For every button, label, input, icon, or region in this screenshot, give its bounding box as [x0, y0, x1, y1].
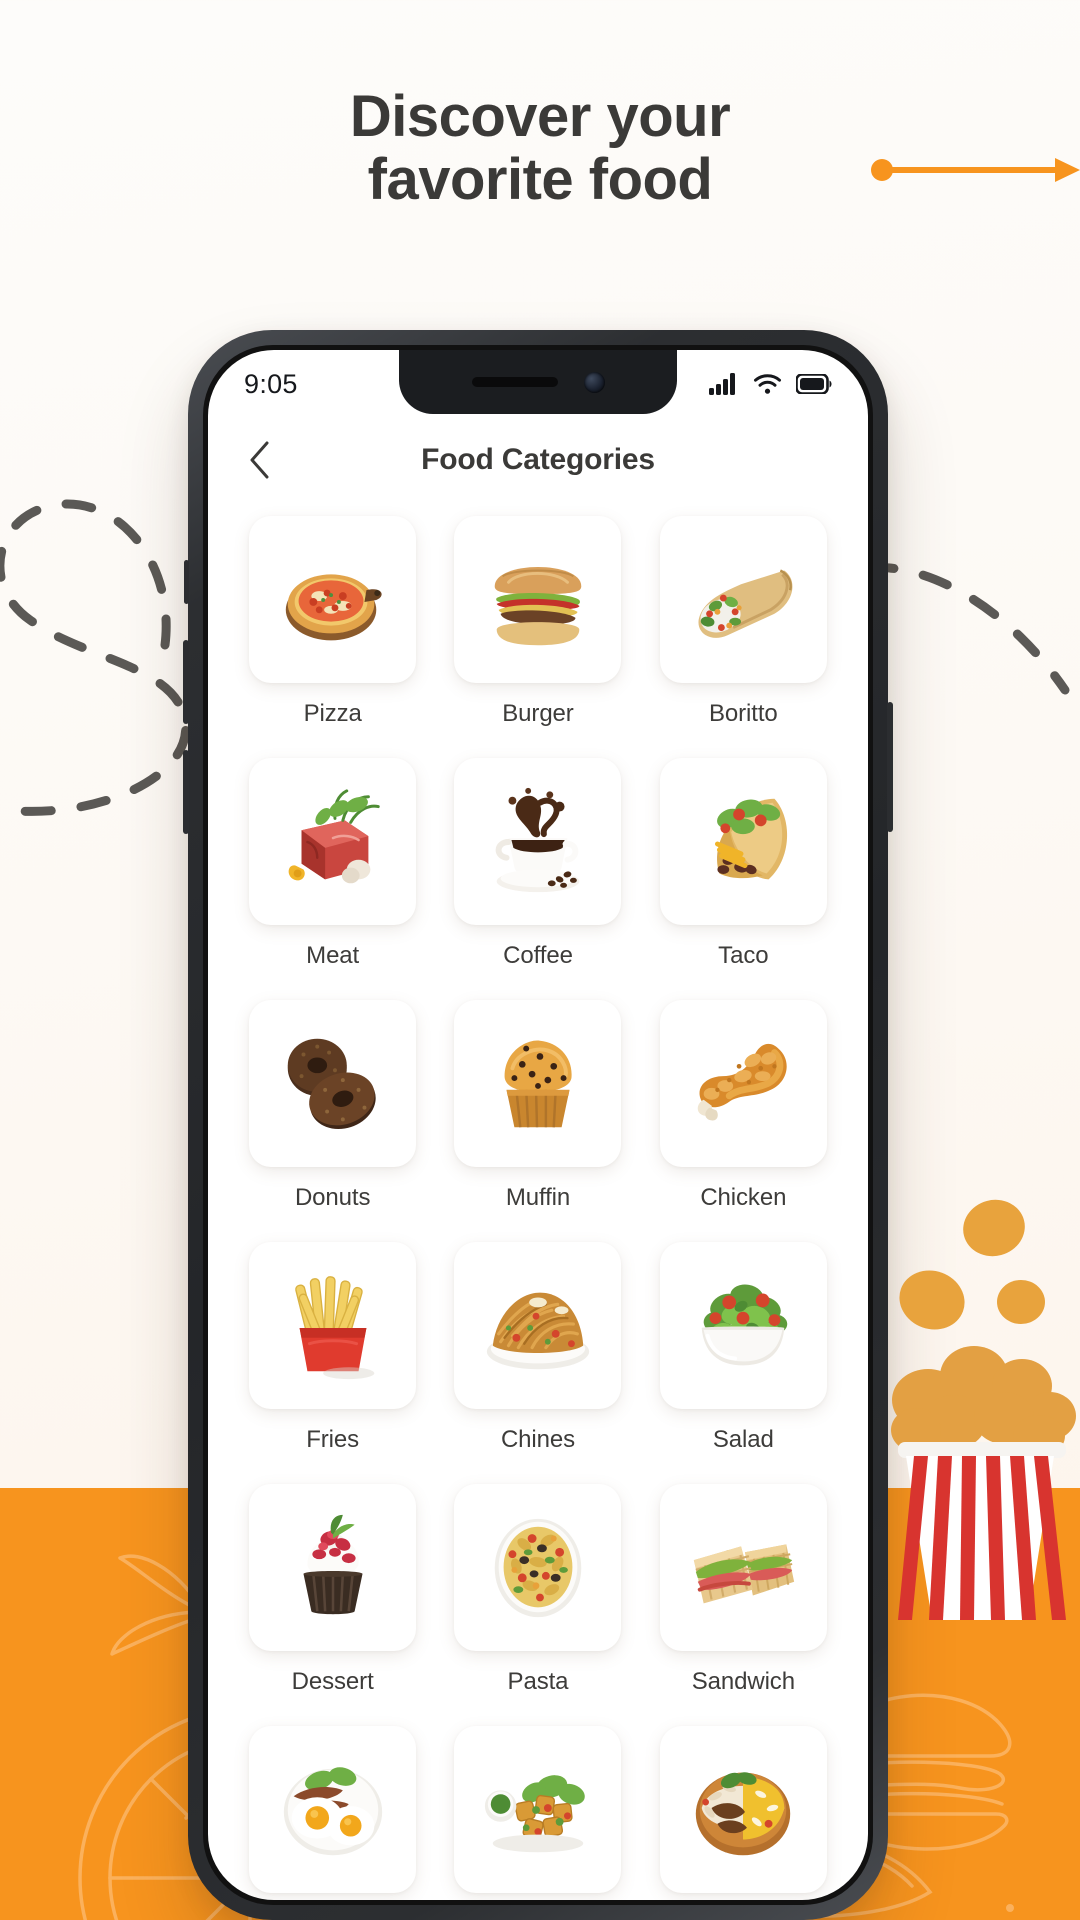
muffin-icon [504, 1040, 572, 1127]
pasta-icon [494, 1518, 582, 1617]
category-tile [454, 758, 622, 925]
signal-bars-icon [709, 373, 735, 395]
category-item-eggs[interactable] [242, 1726, 423, 1900]
volume-down-button[interactable] [183, 750, 189, 834]
category-label: Pizza [303, 700, 362, 727]
category-item-kebab[interactable] [447, 1726, 628, 1900]
fries-icon [294, 1275, 374, 1379]
category-item-chines[interactable]: Chines [447, 1242, 628, 1484]
phone-bezel: 9:05 Food Categories Pizza Burger Boritt… [203, 345, 873, 1905]
category-item-dessert[interactable]: Dessert [242, 1484, 423, 1726]
category-tile [659, 758, 827, 925]
category-tile [659, 1000, 827, 1167]
phone-notch [399, 350, 677, 414]
category-item-coffee[interactable]: Coffee [447, 758, 628, 1000]
biryani-icon [696, 1771, 791, 1855]
category-label: Salad [712, 1426, 774, 1453]
category-item-sandwich[interactable]: Sandwich [653, 1484, 834, 1726]
app-navbar: Food Categories [208, 418, 868, 502]
category-label: Muffin [505, 1184, 571, 1211]
cupcake-icon [303, 1514, 363, 1614]
category-label: Boritto [708, 700, 778, 727]
status-time: 9:05 [244, 368, 298, 399]
category-item-pasta[interactable]: Pasta [447, 1484, 628, 1726]
category-label: Chines [500, 1426, 576, 1453]
category-tile [659, 1242, 827, 1409]
category-tile [454, 1726, 622, 1893]
taco-icon [715, 798, 788, 879]
back-button[interactable] [232, 432, 288, 488]
chicken-leg-icon [698, 1043, 787, 1120]
silent-switch[interactable] [184, 560, 189, 604]
category-label: Taco [718, 942, 769, 969]
headline-line-1: Discover your [349, 84, 731, 149]
salad-icon [702, 1284, 788, 1365]
category-tile [454, 1242, 622, 1409]
coffee-icon [495, 787, 580, 892]
category-item-fries[interactable]: Fries [242, 1242, 423, 1484]
kebab-icon [484, 1774, 585, 1852]
category-tile [659, 1484, 827, 1651]
category-label: Sandwich [691, 1668, 795, 1695]
category-item-biryani[interactable] [653, 1726, 834, 1900]
category-grid: Pizza Burger Boritto Meat Coffee Taco Do… [208, 502, 868, 1900]
category-label: Burger [502, 700, 574, 727]
category-item-taco[interactable]: Taco [653, 758, 834, 1000]
category-label: Chicken [700, 1184, 787, 1211]
sandwich-icon [694, 1543, 795, 1603]
wifi-icon [754, 374, 781, 394]
category-item-burger[interactable]: Burger [447, 516, 628, 758]
burrito-icon [698, 568, 793, 638]
category-label: Meat [306, 942, 360, 969]
noodles-icon [486, 1292, 590, 1369]
category-tile [659, 1726, 827, 1893]
category-tile [249, 1726, 417, 1893]
category-tile [249, 758, 417, 925]
phone-screen: 9:05 Food Categories Pizza Burger Boritt… [208, 350, 868, 1900]
screen-title: Food Categories [421, 443, 655, 476]
meat-icon [288, 788, 380, 883]
category-label: Pasta [507, 1668, 569, 1695]
category-tile [659, 516, 827, 683]
page-title: Discover your favorite food [0, 84, 1080, 212]
chevron-left-icon [250, 441, 269, 479]
category-tile [454, 1484, 622, 1651]
category-label: Dessert [291, 1668, 374, 1695]
pizza-icon [285, 573, 382, 640]
category-item-salad[interactable]: Salad [653, 1242, 834, 1484]
status-icon-group [709, 373, 832, 395]
category-item-boritto[interactable]: Boritto [653, 516, 834, 758]
battery-icon [796, 374, 832, 394]
donut-icon [287, 1038, 376, 1129]
category-tile [249, 516, 417, 683]
category-label: Donuts [294, 1184, 371, 1211]
category-item-meat[interactable]: Meat [242, 758, 423, 1000]
category-tile [454, 516, 622, 683]
category-item-chicken[interactable]: Chicken [653, 1000, 834, 1242]
power-button[interactable] [887, 702, 893, 832]
earpiece-speaker-icon [471, 377, 558, 387]
category-item-pizza[interactable]: Pizza [242, 516, 423, 758]
category-tile [454, 1000, 622, 1167]
headline-line-2: favorite food [367, 146, 713, 212]
dashed-arc-icon [863, 563, 1070, 695]
category-tile [249, 1242, 417, 1409]
category-item-donuts[interactable]: Donuts [242, 1000, 423, 1242]
phone-mockup: 9:05 Food Categories Pizza Burger Boritt… [183, 330, 893, 1920]
category-label: Coffee [503, 942, 573, 969]
burger-icon [494, 566, 582, 645]
front-camera-icon [583, 371, 605, 393]
fried-eggs-icon [283, 1766, 382, 1855]
category-label: Fries [306, 1426, 360, 1453]
category-item-muffin[interactable]: Muffin [447, 1000, 628, 1242]
volume-up-button[interactable] [183, 640, 189, 724]
dashed-loop-icon [0, 499, 191, 816]
category-tile [249, 1000, 417, 1167]
category-tile [249, 1484, 417, 1651]
